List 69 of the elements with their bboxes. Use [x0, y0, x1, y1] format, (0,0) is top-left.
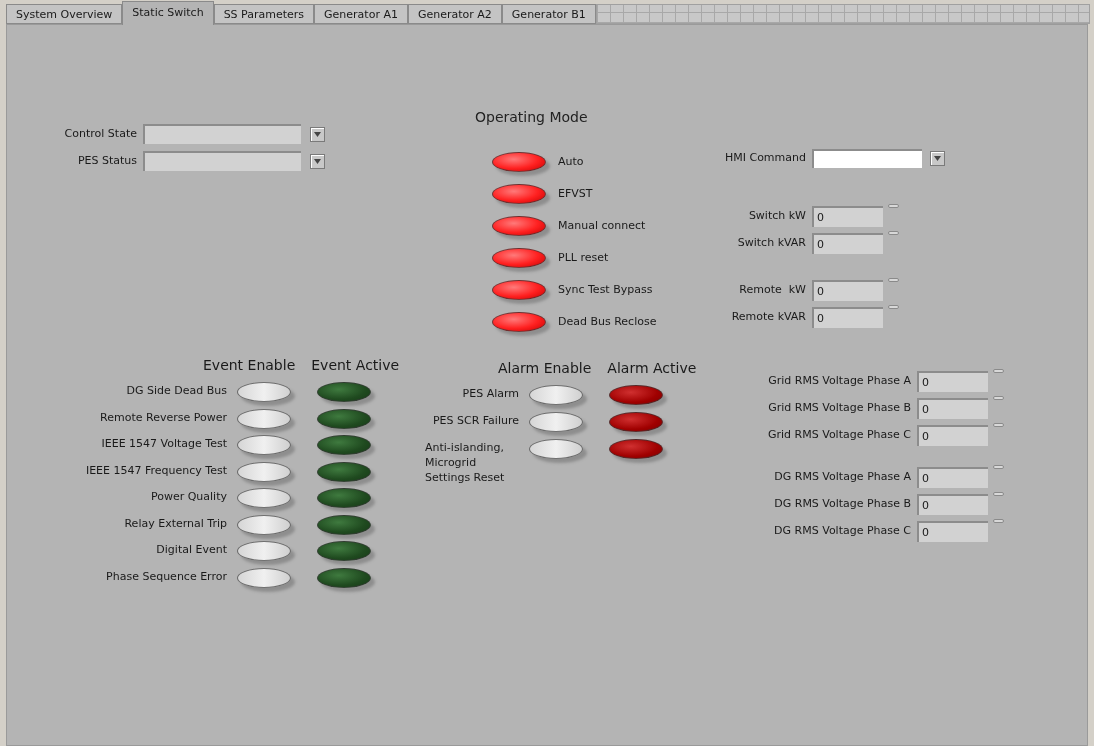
numeric-field: 0 — [917, 494, 988, 515]
section-title: Operating Mode — [475, 108, 588, 127]
caret-icon — [314, 158, 321, 164]
caret-icon — [934, 156, 941, 161]
numeric-field: 0 — [812, 307, 883, 328]
tab[interactable]: System Overview — [6, 4, 123, 24]
numeric-field: 0 — [917, 521, 988, 542]
field-label: Grid RMS Voltage Phase B — [767, 400, 912, 417]
numeric-field: 0 — [812, 233, 883, 254]
numeric-field: 0 — [917, 425, 988, 446]
tab[interactable]: Generator B1 — [501, 4, 596, 24]
column-header: Alarm Enable — [498, 359, 592, 378]
column-header: Alarm Active — [607, 359, 697, 378]
tab[interactable]: SS Parameters — [213, 4, 315, 24]
led-label: DG Side Dead Bus — [126, 383, 227, 398]
field-label: DG RMS Voltage Phase B — [773, 496, 912, 513]
enable-button[interactable] — [529, 412, 583, 432]
enable-button[interactable] — [529, 385, 583, 405]
column-header: Event Enable — [203, 356, 296, 375]
field-label: PES Status — [76, 152, 138, 169]
field-label: DG RMS Voltage Phase C — [773, 523, 912, 540]
field-label: HMI Command — [723, 150, 807, 167]
field-label: Grid RMS Voltage Phase C — [767, 427, 912, 444]
led-label: PLL reset — [558, 249, 609, 266]
tab[interactable]: Generator A1 — [314, 4, 408, 24]
led-label: Manual connect — [558, 217, 646, 234]
led-label: Dead Bus Reclose — [558, 313, 657, 330]
command-field[interactable] — [812, 149, 922, 168]
led-label: Remote Reverse Power — [100, 409, 227, 425]
led-label: Sync Test Bypass — [558, 281, 653, 298]
column-header: Event Active — [311, 356, 400, 375]
led-label: Auto — [558, 153, 584, 170]
numeric-field: 0 — [917, 467, 988, 488]
numeric-field: 0 — [812, 280, 883, 301]
led-label: EFVST — [558, 185, 593, 202]
led-label: PES Alarm — [462, 386, 519, 401]
dropdown-button[interactable] — [310, 126, 325, 142]
field-label: Switch kW — [747, 208, 807, 225]
field-label: Remote kVAR — [730, 309, 807, 326]
field-label: Control State — [63, 125, 138, 142]
enable-button[interactable] — [237, 514, 291, 535]
tab[interactable]: Generator A2 — [407, 4, 502, 24]
numeric-field: 0 — [917, 398, 988, 419]
field-label: DG RMS Voltage Phase A — [773, 469, 912, 486]
led-label: Power Quality — [150, 489, 227, 504]
enable-button[interactable] — [237, 382, 291, 402]
led-label: Anti-islanding, Microgrid Settings Reset — [425, 440, 506, 485]
enable-button[interactable] — [237, 541, 291, 561]
dropdown-button[interactable] — [310, 153, 325, 169]
tab[interactable]: Static Switch — [122, 1, 214, 25]
enable-button[interactable] — [237, 567, 291, 588]
enable-button[interactable] — [237, 461, 291, 482]
led-label: IEEE 1547 Frequency Test — [85, 462, 227, 478]
led-label: Relay External Trip — [124, 515, 227, 531]
led-label: Digital Event — [156, 542, 227, 557]
numeric-field: 0 — [917, 371, 988, 392]
enable-button[interactable] — [237, 488, 291, 508]
enable-button[interactable] — [237, 408, 291, 429]
led-label: Phase Sequence Error — [106, 568, 227, 584]
numeric-field: 0 — [812, 206, 883, 227]
led-label: PES SCR Failure — [432, 413, 519, 428]
dropdown-button[interactable] — [930, 151, 945, 166]
enable-button[interactable] — [237, 435, 291, 455]
enable-button[interactable] — [529, 439, 583, 459]
field-label: Grid RMS Voltage Phase A — [767, 373, 912, 390]
field-label: Switch kVAR — [736, 235, 807, 252]
led-label: IEEE 1547 Voltage Test — [101, 436, 227, 451]
caret-icon — [314, 131, 321, 137]
field-label: Remote kW — [738, 282, 807, 299]
